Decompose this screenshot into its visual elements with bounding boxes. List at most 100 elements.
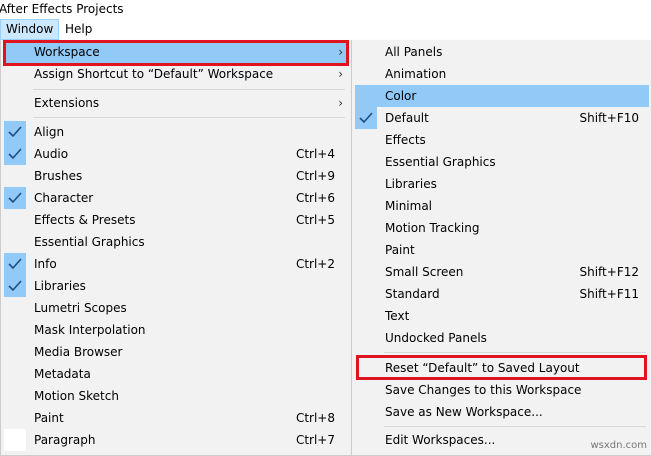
checkmark-icon [4, 275, 26, 297]
menu-item-label: Character [34, 191, 94, 205]
menu-item-label: Effects & Presets [34, 213, 136, 227]
menu-item-character[interactable]: Character Ctrl+6 [4, 187, 348, 209]
menu-item-shortcut: Shift+F10 [579, 111, 639, 125]
menu-item-media-browser[interactable]: Media Browser [4, 341, 348, 363]
chevron-right-icon: › [338, 67, 343, 81]
menu-item-paragraph[interactable]: Paragraph Ctrl+7 [4, 429, 348, 451]
menu-item-shortcut: Shift+F12 [579, 265, 639, 279]
menu-item-effects-presets[interactable]: Effects & Presets Ctrl+5 [4, 209, 348, 231]
menu-item-label: Motion Tracking [385, 221, 480, 235]
menu-item-label: Workspace [34, 45, 100, 59]
menu-item-extensions[interactable]: Extensions › [4, 92, 348, 114]
menu-item-label: Brushes [34, 169, 83, 183]
menu-item-label: Paint [385, 243, 415, 257]
menu-item-libraries[interactable]: Libraries [4, 275, 348, 297]
menu-window[interactable]: Window [0, 19, 60, 40]
checkmark-icon [4, 143, 26, 165]
submenu-item-color[interactable]: Color [355, 85, 649, 107]
submenu-item-animation[interactable]: Animation [355, 63, 649, 85]
submenu-item-text[interactable]: Text [355, 305, 649, 327]
menu-item-paint[interactable]: Paint Ctrl+8 [4, 407, 348, 429]
menu-item-lumetri-scopes[interactable]: Lumetri Scopes [4, 297, 348, 319]
submenu-item-undocked-panels[interactable]: Undocked Panels [355, 327, 649, 349]
menu-item-label: Mask Interpolation [34, 323, 146, 337]
submenu-item-minimal[interactable]: Minimal [355, 195, 649, 217]
menu-item-label: Paragraph [34, 433, 96, 447]
menu-item-assign-shortcut[interactable]: Assign Shortcut to “Default” Workspace › [4, 63, 348, 85]
menu-item-shortcut: Ctrl+8 [295, 411, 335, 425]
menu-item-motion-sketch[interactable]: Motion Sketch [4, 385, 348, 407]
checkmark-icon [355, 107, 377, 129]
menu-item-label: Audio [34, 147, 69, 161]
chevron-right-icon: › [338, 45, 343, 59]
menu-item-info[interactable]: Info Ctrl+2 [4, 253, 348, 275]
checkbox-empty-icon [4, 429, 26, 451]
menu-item-label: Motion Sketch [34, 389, 119, 403]
menu-bar: Window Help [0, 19, 651, 41]
menu-item-shortcut: Shift+F11 [579, 287, 639, 301]
menu-item-label: Edit Workspaces... [385, 433, 496, 447]
submenu-item-reset-default[interactable]: Reset “Default” to Saved Layout [355, 357, 649, 379]
window-title: After Effects Projects [0, 2, 124, 16]
menu-separator [33, 117, 345, 118]
menu-item-label: Libraries [34, 279, 86, 293]
menu-item-label: Text [385, 309, 410, 323]
submenu-item-default[interactable]: Default Shift+F10 [355, 107, 649, 129]
menu-item-label: Info [34, 257, 57, 271]
menu-item-label: Effects [385, 133, 426, 147]
menu-item-label: Essential Graphics [385, 155, 496, 169]
submenu-item-save-new[interactable]: Save as New Workspace... [355, 401, 649, 423]
menu-item-label: Align [34, 125, 65, 139]
chevron-right-icon: › [338, 96, 343, 110]
menu-item-metadata[interactable]: Metadata [4, 363, 348, 385]
menu-item-workspace[interactable]: Workspace › [4, 41, 348, 63]
menu-item-shortcut: Ctrl+7 [295, 433, 335, 447]
submenu-item-motion-tracking[interactable]: Motion Tracking [355, 217, 649, 239]
menu-separator [33, 89, 345, 90]
menu-item-label: All Panels [385, 45, 443, 59]
window-title-bar: After Effects Projects [0, 0, 651, 19]
menu-item-label: Essential Graphics [34, 235, 145, 249]
menu-item-mask-interpolation[interactable]: Mask Interpolation [4, 319, 348, 341]
menu-item-label: Minimal [385, 199, 433, 213]
menu-item-label: Reset “Default” to Saved Layout [385, 361, 580, 375]
menu-item-label: Metadata [34, 367, 91, 381]
submenu-item-paint[interactable]: Paint [355, 239, 649, 261]
menu-item-align[interactable]: Align [4, 121, 348, 143]
menu-item-label: Libraries [385, 177, 437, 191]
menu-item-brushes[interactable]: Brushes Ctrl+9 [4, 165, 348, 187]
workspace-submenu: All Panels Animation Color Default Shift… [351, 40, 651, 456]
menu-item-essential-graphics[interactable]: Essential Graphics [4, 231, 348, 253]
menu-item-label: Default [385, 111, 429, 125]
menu-help[interactable]: Help [60, 20, 97, 39]
submenu-item-effects[interactable]: Effects [355, 129, 649, 151]
submenu-item-essential-graphics[interactable]: Essential Graphics [355, 151, 649, 173]
menu-item-audio[interactable]: Audio Ctrl+4 [4, 143, 348, 165]
menu-item-label: Assign Shortcut to “Default” Workspace [34, 67, 274, 81]
submenu-item-all-panels[interactable]: All Panels [355, 41, 649, 63]
menu-item-shortcut: Ctrl+6 [295, 191, 335, 205]
menu-item-label: Media Browser [34, 345, 123, 359]
submenu-item-standard[interactable]: Standard Shift+F11 [355, 283, 649, 305]
menu-item-shortcut: Ctrl+2 [295, 257, 335, 271]
submenu-item-libraries[interactable]: Libraries [355, 173, 649, 195]
menu-item-label: Standard [385, 287, 440, 301]
checkmark-icon [4, 253, 26, 275]
submenu-item-small-screen[interactable]: Small Screen Shift+F12 [355, 261, 649, 283]
menu-item-label: Undocked Panels [385, 331, 487, 345]
menu-item-label: Small Screen [385, 265, 464, 279]
menu-item-label: Extensions [34, 96, 100, 110]
submenu-item-save-changes[interactable]: Save Changes to this Workspace [355, 379, 649, 401]
watermark: wsxdn.com [590, 440, 647, 451]
menu-item-label: Save as New Workspace... [385, 405, 543, 419]
menu-item-shortcut: Ctrl+4 [295, 147, 335, 161]
menu-item-shortcut: Ctrl+5 [295, 213, 335, 227]
menu-separator [384, 426, 646, 427]
checkmark-icon [4, 187, 26, 209]
checkmark-icon [4, 121, 26, 143]
menu-item-label: Lumetri Scopes [34, 301, 127, 315]
menu-item-label: Save Changes to this Workspace [385, 383, 582, 397]
menu-separator [384, 352, 646, 353]
menu-item-label: Color [385, 89, 417, 103]
menu-item-label: Paint [34, 411, 64, 425]
